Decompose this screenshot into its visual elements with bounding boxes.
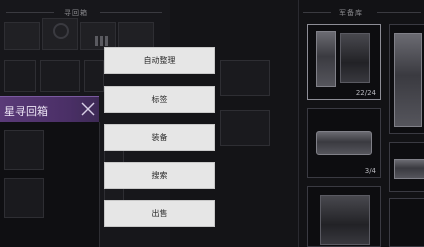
- retrieval-box-title: 星寻回箱: [4, 105, 48, 118]
- inventory-cell[interactable]: [4, 130, 44, 170]
- close-icon[interactable]: [80, 101, 96, 117]
- header-divider-right: [377, 12, 421, 13]
- item-slot-case[interactable]: 3/4: [307, 108, 381, 178]
- weapon-case-icon: [394, 33, 422, 127]
- inventory-cell[interactable]: [4, 178, 44, 218]
- slot-count: 3/4: [364, 167, 376, 175]
- retrieval-panel-title: 寻回箱: [64, 9, 88, 17]
- item-slot-armor[interactable]: 22/24: [307, 24, 381, 100]
- inventory-cell[interactable]: [118, 22, 154, 50]
- menu-equip-button[interactable]: 装备: [104, 124, 215, 151]
- inventory-cell[interactable]: [4, 60, 36, 92]
- tactical-rig-icon: [320, 195, 370, 245]
- inventory-cell[interactable]: [80, 22, 116, 50]
- inventory-cell[interactable]: [220, 60, 270, 96]
- armor-plate-icon: [316, 31, 336, 87]
- armory-panel: 军备库 22/24 3/4: [298, 0, 424, 247]
- inventory-cell[interactable]: [40, 60, 80, 92]
- header-divider-left: [303, 12, 331, 13]
- slot-count: 22/24: [355, 89, 376, 97]
- menu-search-button[interactable]: 搜索: [104, 162, 215, 189]
- item-slot[interactable]: [389, 198, 424, 247]
- retrieval-box-body: [0, 122, 100, 247]
- retrieval-box-header: 星寻回箱: [0, 96, 99, 123]
- armory-panel-title: 军备库: [339, 9, 363, 17]
- item-slot-tall[interactable]: [389, 24, 424, 134]
- item-slot-rig[interactable]: [307, 186, 381, 247]
- circle-icon: [53, 23, 69, 39]
- menu-tag-button[interactable]: 标签: [104, 86, 215, 113]
- header-divider-right: [100, 12, 162, 13]
- case-icon: [394, 159, 424, 179]
- inventory-cell[interactable]: [220, 110, 270, 146]
- menu-sell-button[interactable]: 出售: [104, 200, 215, 227]
- item-slot[interactable]: [389, 142, 424, 192]
- armor-vest-icon: [340, 33, 370, 83]
- inventory-cell[interactable]: [4, 22, 40, 50]
- header-divider-left: [6, 12, 54, 13]
- inventory-cell[interactable]: [42, 18, 78, 50]
- inventory-cell[interactable]: [84, 60, 104, 92]
- case-icon: [316, 131, 372, 155]
- menu-auto-sort-button[interactable]: 自动整理: [104, 47, 215, 74]
